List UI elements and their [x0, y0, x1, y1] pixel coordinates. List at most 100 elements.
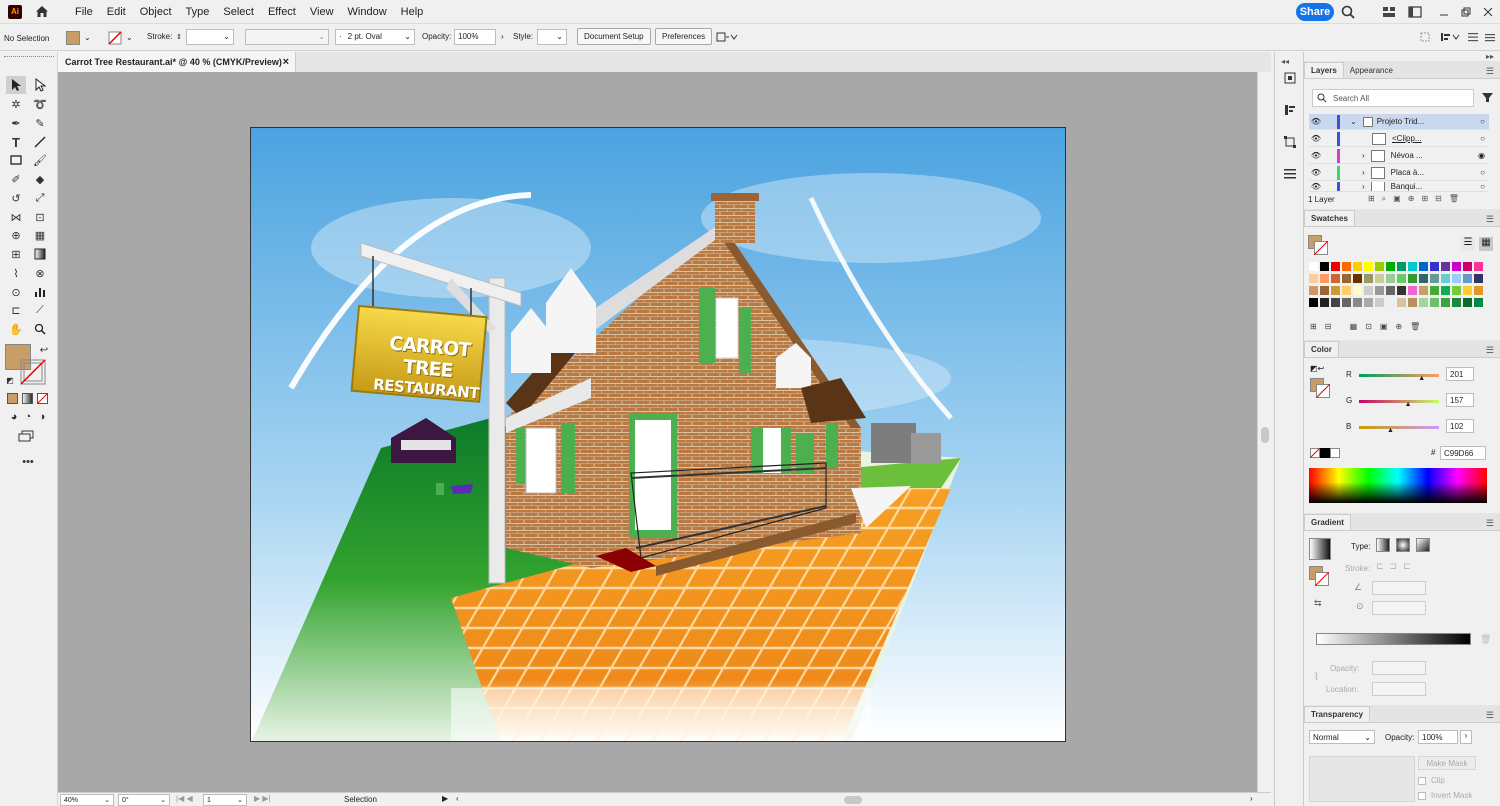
visibility-eye-icon[interactable]: 👁: [1309, 117, 1323, 126]
swatch-0-9[interactable]: [1408, 262, 1417, 271]
layer-row[interactable]: 👁 ⌄ Projeto Trid... ○: [1309, 114, 1489, 130]
r-slider[interactable]: [1359, 374, 1439, 377]
swatch-0-3[interactable]: [1342, 262, 1351, 271]
swatch-2-10[interactable]: [1419, 286, 1428, 295]
swatch-3-2[interactable]: [1331, 298, 1340, 307]
brush-dropdown[interactable]: · 2 pt. Oval ⌄: [335, 28, 415, 45]
swatch-1-14[interactable]: [1463, 274, 1472, 283]
visibility-eye-icon[interactable]: 👁: [1309, 182, 1323, 191]
tab-transparency[interactable]: Transparency: [1304, 706, 1371, 722]
swatch-0-2[interactable]: [1331, 262, 1340, 271]
target-circle-icon[interactable]: ○: [1480, 117, 1485, 126]
swatch-2-14[interactable]: [1463, 286, 1472, 295]
invert-mask-checkbox[interactable]: Invert Mask: [1418, 791, 1472, 800]
menu-item-type[interactable]: Type: [179, 6, 217, 18]
reverse-gradient-icon[interactable]: ⇆: [1314, 598, 1322, 609]
document-setup-button[interactable]: Document Setup: [577, 28, 651, 45]
properties-panel-icon[interactable]: [1282, 102, 1298, 118]
swatch-grid[interactable]: [1309, 262, 1489, 318]
swatches-footer-icons[interactable]: ⊞⊟ ▦⊡▣⊕🗑: [1310, 322, 1428, 331]
angle-field[interactable]: [1372, 581, 1426, 595]
transparency-menu-icon[interactable]: ☰: [1486, 710, 1494, 721]
visibility-eye-icon[interactable]: 👁: [1309, 168, 1323, 177]
rectangle-tool-icon[interactable]: [8, 152, 24, 168]
collapse-arrow-icon[interactable]: ◂◂: [1281, 57, 1289, 66]
swatch-2-2[interactable]: [1331, 286, 1340, 295]
swatch-3-0[interactable]: [1309, 298, 1318, 307]
more-options-icon[interactable]: [1468, 28, 1478, 45]
swatch-1-3[interactable]: [1342, 274, 1351, 283]
swatch-2-12[interactable]: [1441, 286, 1450, 295]
direct-selection-tool-icon[interactable]: [32, 77, 48, 93]
swatch-0-7[interactable]: [1386, 262, 1395, 271]
layer-row[interactable]: 👁 › Névoa ... ◉: [1309, 148, 1489, 164]
type-tool-icon[interactable]: T: [8, 134, 24, 150]
swap-fill-stroke-icon[interactable]: ↩: [36, 342, 52, 358]
swatch-2-11[interactable]: [1430, 286, 1439, 295]
grid-view-icon[interactable]: ▦: [1479, 237, 1493, 251]
status-menu-arrow[interactable]: ▶: [442, 794, 448, 803]
close-icon[interactable]: [1480, 4, 1496, 20]
swatch-0-1[interactable]: [1320, 262, 1329, 271]
tab-layers[interactable]: Layers: [1304, 62, 1344, 78]
swatch-2-1[interactable]: [1320, 286, 1329, 295]
close-tab-icon[interactable]: ×: [283, 56, 289, 68]
stroke-gradient-icons[interactable]: ⊏⊐⊏: [1376, 561, 1417, 572]
pen-tool-icon[interactable]: ✒: [8, 115, 24, 131]
layers-search-field[interactable]: Search All: [1312, 89, 1474, 107]
swatch-2-5[interactable]: [1364, 286, 1373, 295]
swatch-3-1[interactable]: [1320, 298, 1329, 307]
expand-chevron-icon[interactable]: ›: [1362, 182, 1365, 191]
stroke-swatch[interactable]: ⌄: [108, 29, 133, 46]
gradient-slider[interactable]: [1316, 633, 1471, 645]
hand-tool-icon[interactable]: ✋: [8, 321, 24, 337]
gradient-mode-icon[interactable]: [19, 390, 35, 406]
swatch-1-7[interactable]: [1386, 274, 1395, 283]
swatch-3-9[interactable]: [1408, 298, 1417, 307]
menu-item-edit[interactable]: Edit: [100, 6, 133, 18]
linear-gradient-icon[interactable]: [1376, 538, 1390, 552]
g-slider[interactable]: [1359, 400, 1439, 403]
target-circle-icon[interactable]: ○: [1480, 134, 1485, 143]
shape-builder-tool-icon[interactable]: ⊕: [8, 227, 24, 243]
zoom-tool-icon[interactable]: [32, 321, 48, 337]
swatch-0-4[interactable]: [1353, 262, 1362, 271]
rotate-tool-icon[interactable]: ↺: [8, 190, 24, 206]
shaper-tool-icon[interactable]: ✐: [8, 171, 24, 187]
layer-row[interactable]: 👁 › Placa à... ○: [1309, 165, 1489, 181]
r-slider-thumb[interactable]: ▲: [1418, 375, 1425, 382]
expand-chevron-icon[interactable]: ⌄: [1350, 117, 1357, 126]
b-slider[interactable]: [1359, 426, 1439, 429]
curvature-tool-icon[interactable]: ✎: [32, 115, 48, 131]
selection-tool-icon[interactable]: [6, 76, 26, 94]
column-graph-tool-icon[interactable]: [32, 284, 48, 300]
swatch-0-10[interactable]: [1419, 262, 1428, 271]
aspect-ratio-field[interactable]: [1372, 601, 1426, 615]
variable-width-dropdown[interactable]: ⌄: [245, 28, 329, 45]
target-circle-icon[interactable]: ○: [1480, 168, 1485, 177]
stroke-color-box[interactable]: [20, 359, 46, 385]
tab-color[interactable]: Color: [1304, 341, 1339, 357]
g-value-field[interactable]: 157: [1446, 393, 1474, 407]
mask-thumbnail[interactable]: [1309, 756, 1415, 802]
menu-item-effect[interactable]: Effect: [261, 6, 303, 18]
libraries-panel-icon[interactable]: [1282, 70, 1298, 86]
artboard-number-field[interactable]: 1 ⌄: [203, 794, 247, 806]
draw-inside-icon[interactable]: ◑: [34, 409, 50, 425]
workspace-switcher-icon[interactable]: [1407, 4, 1423, 20]
none-black-white-swatches[interactable]: [1310, 448, 1340, 458]
eraser-tool-icon[interactable]: ◆: [32, 171, 48, 187]
search-icon[interactable]: [1340, 4, 1356, 20]
swatch-3-13[interactable]: [1452, 298, 1461, 307]
menu-item-view[interactable]: View: [303, 6, 341, 18]
width-tool-icon[interactable]: ⋈: [8, 209, 24, 225]
vertical-scrollbar[interactable]: [1257, 72, 1271, 792]
gradient-menu-icon[interactable]: ☰: [1486, 518, 1494, 529]
panel-menu-icon[interactable]: [1485, 28, 1495, 45]
swatch-2-8[interactable]: [1397, 286, 1406, 295]
panel-grip[interactable]: [4, 56, 54, 59]
layer-row[interactable]: 👁 › Banqui... ○: [1309, 182, 1489, 192]
swatch-0-0[interactable]: [1309, 262, 1318, 271]
expand-chevron-icon[interactable]: ›: [1362, 151, 1365, 160]
hex-field[interactable]: C99D66: [1440, 446, 1486, 460]
